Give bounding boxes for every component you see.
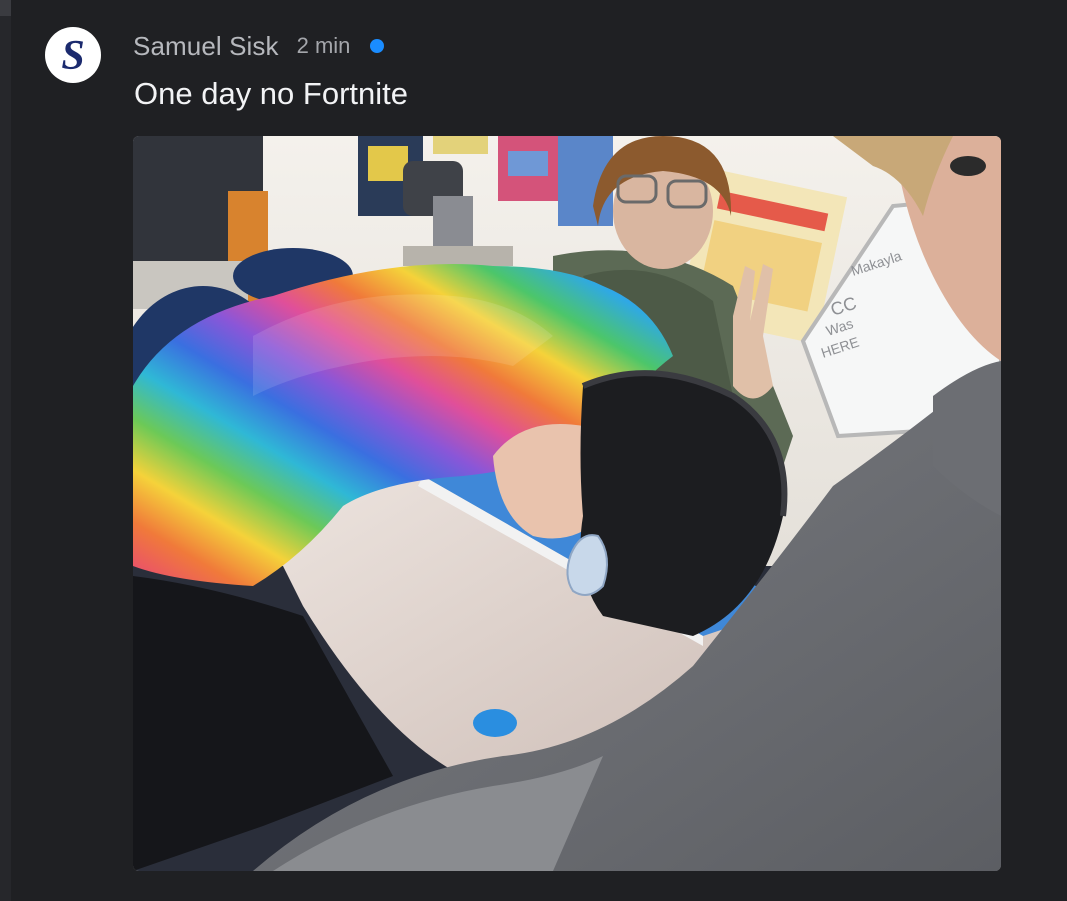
avatar[interactable]: S	[45, 27, 101, 83]
unread-indicator	[370, 39, 385, 53]
photo-image: Makayla CC Was HERE	[133, 136, 1001, 871]
message-text: One day no Fortnite	[134, 76, 408, 111]
author-name[interactable]: Samuel Sisk	[133, 31, 279, 62]
avatar-logo: S	[61, 33, 84, 79]
avatar-letter: S	[61, 33, 84, 79]
chat-window: S Samuel Sisk 2 min One day no Fortnite	[0, 0, 1067, 901]
message-header: Samuel Sisk 2 min	[133, 30, 385, 62]
timestamp: 2 min	[296, 33, 351, 58]
chat-message: S Samuel Sisk 2 min One day no Fortnite	[0, 0, 1067, 901]
photo-attachment[interactable]: Makayla CC Was HERE	[133, 136, 1001, 871]
